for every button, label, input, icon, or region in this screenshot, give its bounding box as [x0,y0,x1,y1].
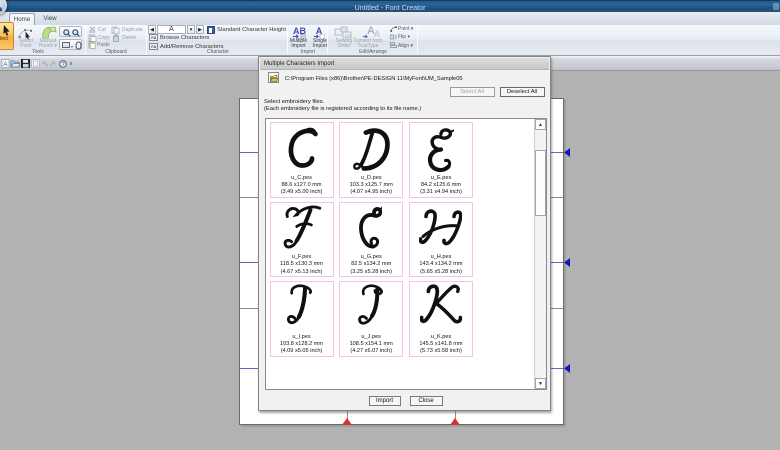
svg-text:?: ? [62,62,65,68]
svg-text:A: A [3,61,8,68]
